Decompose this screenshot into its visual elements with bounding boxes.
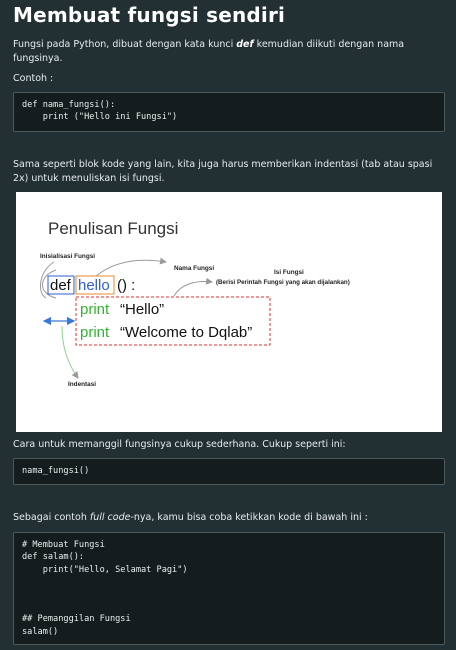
code-line: salam() [22,626,59,637]
label-indentation: Indentasi [68,381,96,388]
call-note: Cara untuk memanggil fungsinya cukup sed… [13,439,346,450]
diagram-string-2: “Welcome to Dqlab” [120,324,252,341]
diagram-paren: () : [117,277,135,294]
diagram-print-2: print [80,324,110,341]
diagram-def: def [50,277,72,294]
body-arrow [173,277,213,297]
diagram-title: Penulisan Fungsi [48,219,178,238]
code-block-call[interactable]: nama_fungsi() [13,458,445,485]
lesson-page: Membuat fungsi sendiri Fungsi pada Pytho… [0,0,456,650]
code-line: print ("Hello ini Fungsi") [22,112,178,123]
code-block-full[interactable]: # Membuat Fungsi def salam(): print("Hel… [13,532,445,645]
code-line: # Membuat Fungsi [22,540,105,550]
intro-text-1: Fungsi pada Python, dibuat dengan kata k… [13,39,237,50]
diagram-print-1: print [80,301,110,318]
diagram-string-1: “Hello” [120,301,164,318]
full-note-text-1: Sebagai contoh [13,512,90,523]
code-line: def salam(): [22,552,85,563]
diagram-func-name: hello [78,277,110,294]
name-arrow [95,257,167,277]
code-block-definition[interactable]: def nama_fungsi(): print ("Hello ini Fun… [13,92,445,132]
code-line: ## Pemanggilan Fungsi [22,614,131,625]
full-note-italic: full code [89,512,131,523]
function-diagram-svg: Penulisan Fungsi Inisialisasi Fungsi Nam… [39,219,350,388]
label-function-name: Nama Fungsi [174,265,214,272]
page-title: Membuat fungsi sendiri [13,3,286,27]
full-note-text-2: -nya, kamu bisa coba ketikkan kode di ba… [130,512,368,523]
def-keyword: def [236,39,254,50]
label-function-body: Isi Fungsi [274,269,304,276]
full-code-note: Sebagai contoh full code-nya, kamu bisa … [13,511,443,525]
example-label: Contoh : [13,73,54,84]
code-line: nama_fungsi() [22,466,90,476]
code-line: def nama_fungsi(): [22,100,116,110]
label-function-init: Inisialisasi Fungsi [40,253,95,260]
function-diagram: Penulisan Fungsi Inisialisasi Fungsi Nam… [16,192,442,432]
indentation-note: Sama seperti blok kode yang lain, kita j… [13,159,433,184]
label-function-body-sub: (Berisi Perintah Fungsi yang akan dijala… [216,279,350,286]
intro-paragraph: Fungsi pada Python, dibuat dengan kata k… [13,38,443,66]
code-line: print("Hello, Selamat Pagi") [22,564,188,575]
